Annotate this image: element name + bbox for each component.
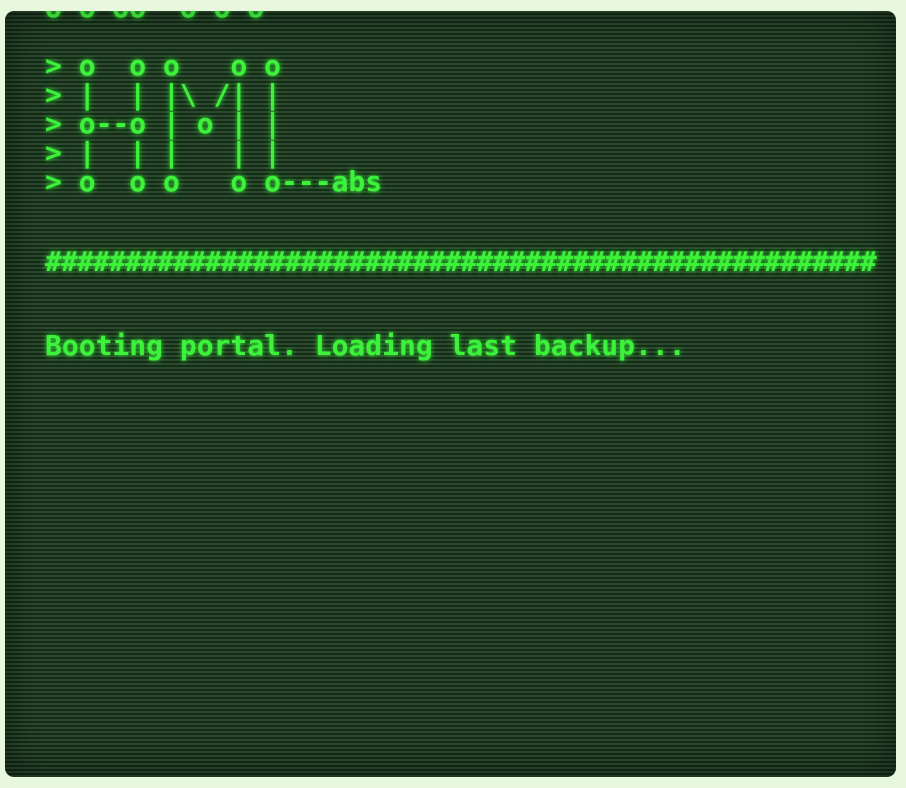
crt-terminal-screen: o o oo o o o > o o o o o > | | |\ /| | >… bbox=[5, 11, 896, 777]
hml-ascii-logo: > o o o o o > | | |\ /| | > o--o | o | |… bbox=[45, 51, 382, 196]
partially-visible-line: o o oo o o o bbox=[45, 11, 264, 22]
boot-status-message: Booting portal. Loading last backup... bbox=[45, 329, 686, 362]
ascii-logo-line: > o o o o o---abs bbox=[45, 165, 383, 198]
hash-divider: ########################################… bbox=[45, 245, 877, 278]
